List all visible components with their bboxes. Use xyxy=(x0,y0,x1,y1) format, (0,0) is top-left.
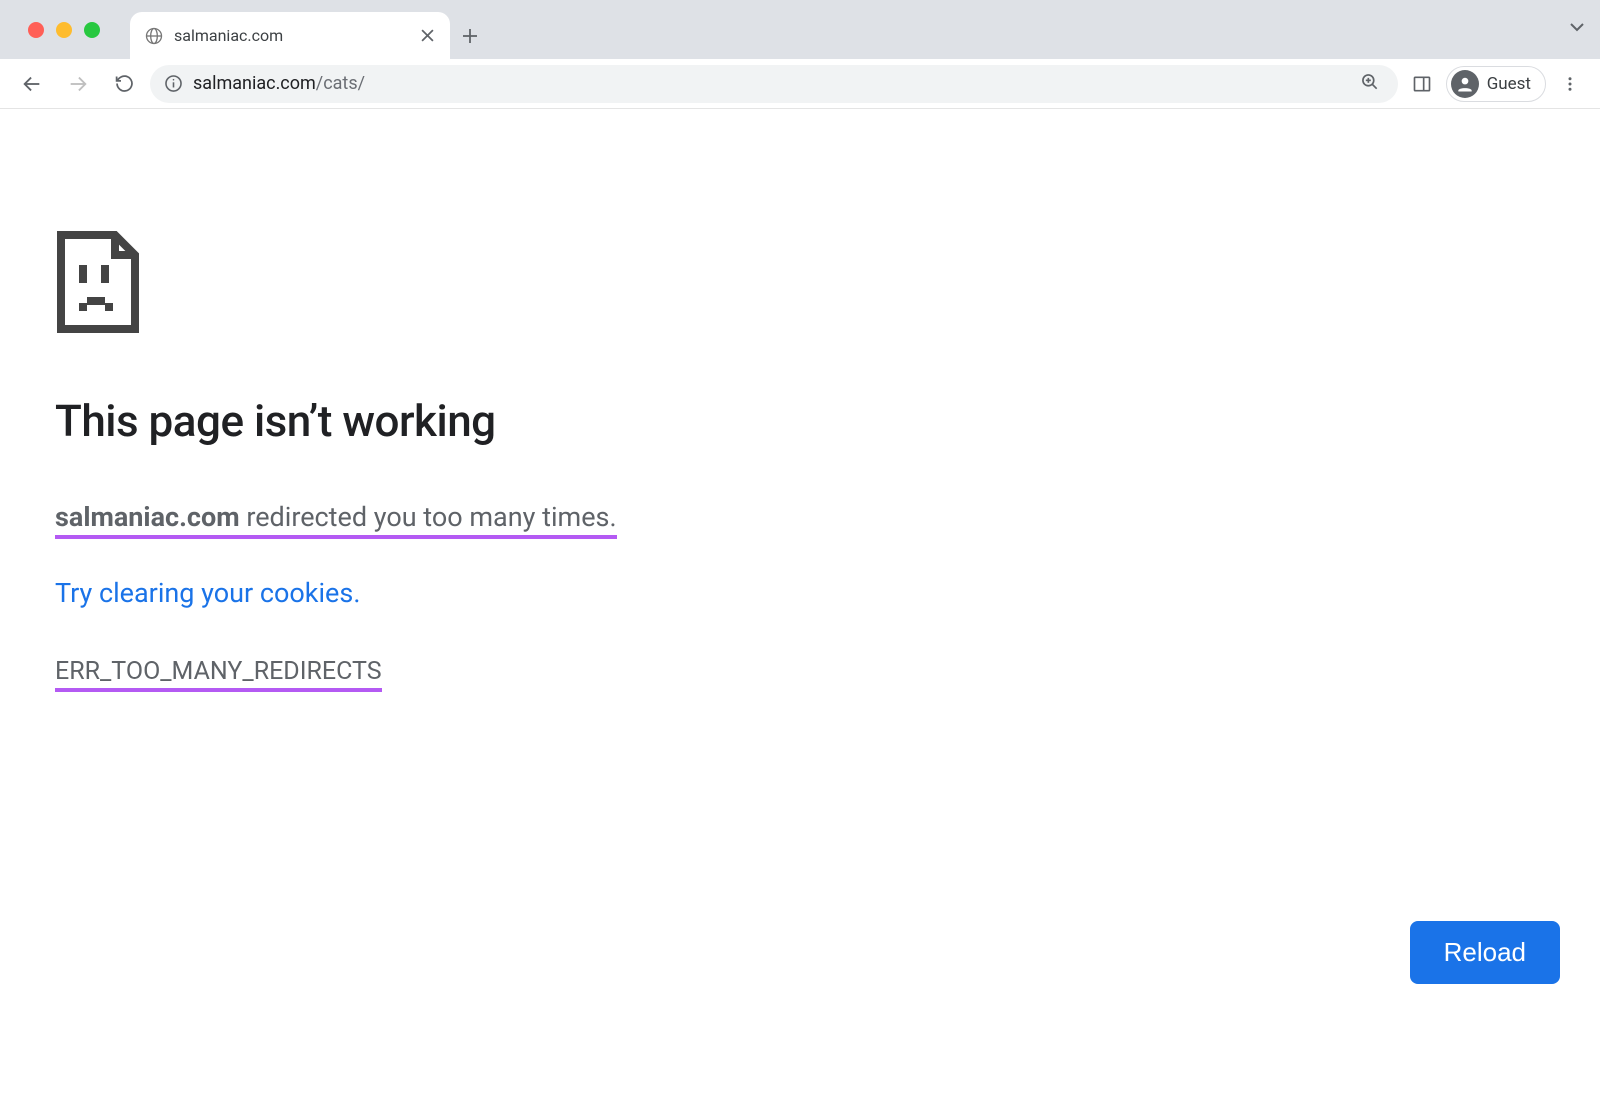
new-tab-button[interactable] xyxy=(450,12,490,59)
tabs-dropdown-button[interactable] xyxy=(1568,18,1586,40)
back-button[interactable] xyxy=(12,64,52,104)
error-code: ERR_TOO_MANY_REDIRECTS xyxy=(55,657,382,692)
reload-toolbar-button[interactable] xyxy=(104,64,144,104)
fullscreen-window-button[interactable] xyxy=(84,22,100,38)
avatar-icon xyxy=(1451,70,1479,98)
error-redirect-suffix: redirected you too many times. xyxy=(240,501,617,533)
error-page: This page isn’t working salmaniac.com re… xyxy=(0,109,1600,1104)
error-description-line: salmaniac.com redirected you too many ti… xyxy=(55,495,1545,541)
suggestion-dot: . xyxy=(353,577,360,609)
tab-title: salmaniac.com xyxy=(174,26,408,45)
error-heading: This page isn’t working xyxy=(55,395,1545,447)
side-panel-button[interactable] xyxy=(1404,66,1440,102)
browser-menu-button[interactable] xyxy=(1552,66,1588,102)
profile-label: Guest xyxy=(1487,74,1531,94)
reload-button[interactable]: Reload xyxy=(1410,921,1560,984)
sad-file-icon xyxy=(55,229,141,335)
window-controls xyxy=(28,22,100,38)
error-suggestion-line: Try clearing your cookies. xyxy=(55,577,1545,609)
browser-tab[interactable]: salmaniac.com xyxy=(130,12,450,59)
browser-toolbar: salmaniac.com/cats/ Guest xyxy=(0,59,1600,109)
address-bar[interactable]: salmaniac.com/cats/ xyxy=(150,65,1398,103)
error-host: salmaniac.com xyxy=(55,501,240,533)
profile-button[interactable]: Guest xyxy=(1446,66,1546,102)
url-text: salmaniac.com/cats/ xyxy=(193,73,1350,94)
site-info-icon[interactable] xyxy=(164,74,183,93)
forward-button[interactable] xyxy=(58,64,98,104)
minimize-window-button[interactable] xyxy=(56,22,72,38)
error-code-wrap: ERR_TOO_MANY_REDIRECTS xyxy=(55,609,1545,692)
clear-cookies-link[interactable]: Try clearing your cookies xyxy=(55,577,353,609)
close-tab-button[interactable] xyxy=(418,27,436,45)
zoom-icon[interactable] xyxy=(1360,72,1380,96)
globe-icon xyxy=(144,26,164,46)
url-host: salmaniac.com xyxy=(193,73,316,94)
close-window-button[interactable] xyxy=(28,22,44,38)
tab-strip: salmaniac.com xyxy=(0,0,1600,59)
url-path: /cats/ xyxy=(316,73,365,94)
